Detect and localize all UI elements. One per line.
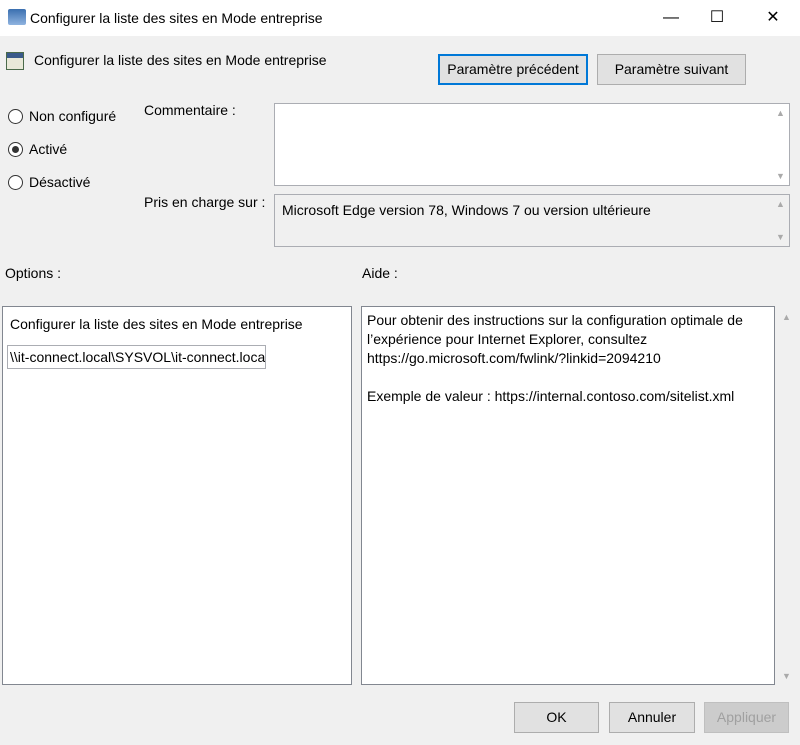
help-link[interactable]: https://go.microsoft.com/fwlink/?linkid=… — [367, 349, 769, 368]
supported-value: Microsoft Edge version 78, Windows 7 ou … — [282, 202, 651, 218]
policy-icon — [6, 52, 24, 70]
window-title: Configurer la liste des sites en Mode en… — [30, 10, 323, 26]
radio-circle[interactable] — [8, 174, 23, 190]
supported-on-field: Microsoft Edge version 78, Windows 7 ou … — [274, 194, 790, 247]
site-list-field-label: Configurer la liste des sites en Mode en… — [10, 316, 303, 332]
next-setting-button[interactable]: Paramètre suivant — [597, 54, 746, 85]
policy-name: Configurer la liste des sites en Mode en… — [34, 52, 327, 68]
help-label: Aide : — [362, 265, 398, 281]
help-scrollbar[interactable]: ▲ ▼ — [778, 306, 795, 685]
cancel-button[interactable]: Annuler — [609, 702, 695, 733]
app-icon — [8, 9, 26, 25]
previous-setting-button[interactable]: Paramètre précédent — [438, 54, 588, 85]
maximize-button[interactable]: ☐ — [694, 0, 740, 36]
radio-circle[interactable] — [8, 108, 23, 124]
ok-button[interactable]: OK — [514, 702, 599, 733]
radio-label: Désactivé — [29, 174, 91, 190]
close-button[interactable]: ✕ — [750, 0, 796, 36]
comment-label: Commentaire : — [144, 102, 236, 118]
radio-not-configured[interactable]: Non configuré — [8, 108, 116, 124]
comment-input[interactable]: ▲ ▼ — [274, 103, 790, 186]
radio-label: Non configuré — [29, 108, 117, 124]
options-label: Options : — [5, 265, 62, 281]
scrollbar[interactable]: ▲ ▼ — [772, 104, 789, 185]
supported-label: Pris en charge sur : — [144, 194, 266, 210]
scrollbar[interactable]: ▲ ▼ — [772, 195, 789, 246]
radio-label: Activé — [29, 141, 68, 157]
options-panel: Configurer la liste des sites en Mode en… — [2, 306, 352, 685]
help-text: l’expérience pour Internet Explorer, con… — [367, 331, 648, 347]
radio-circle[interactable] — [8, 141, 23, 157]
minimize-button[interactable]: — — [648, 0, 694, 36]
radio-enabled[interactable]: Activé — [8, 141, 67, 157]
help-panel: Pour obtenir des instructions sur la con… — [361, 306, 775, 685]
help-text: Pour obtenir des instructions sur la con… — [367, 312, 743, 328]
title-bar: Configurer la liste des sites en Mode en… — [0, 0, 800, 36]
radio-disabled[interactable]: Désactivé — [8, 174, 90, 190]
help-text: Exemple de valeur : https://internal.con… — [367, 388, 735, 404]
apply-button: Appliquer — [704, 702, 789, 733]
site-list-input[interactable]: \\it-connect.local\SYSVOL\it-connect.loc… — [7, 345, 266, 369]
help-text — [367, 368, 769, 387]
